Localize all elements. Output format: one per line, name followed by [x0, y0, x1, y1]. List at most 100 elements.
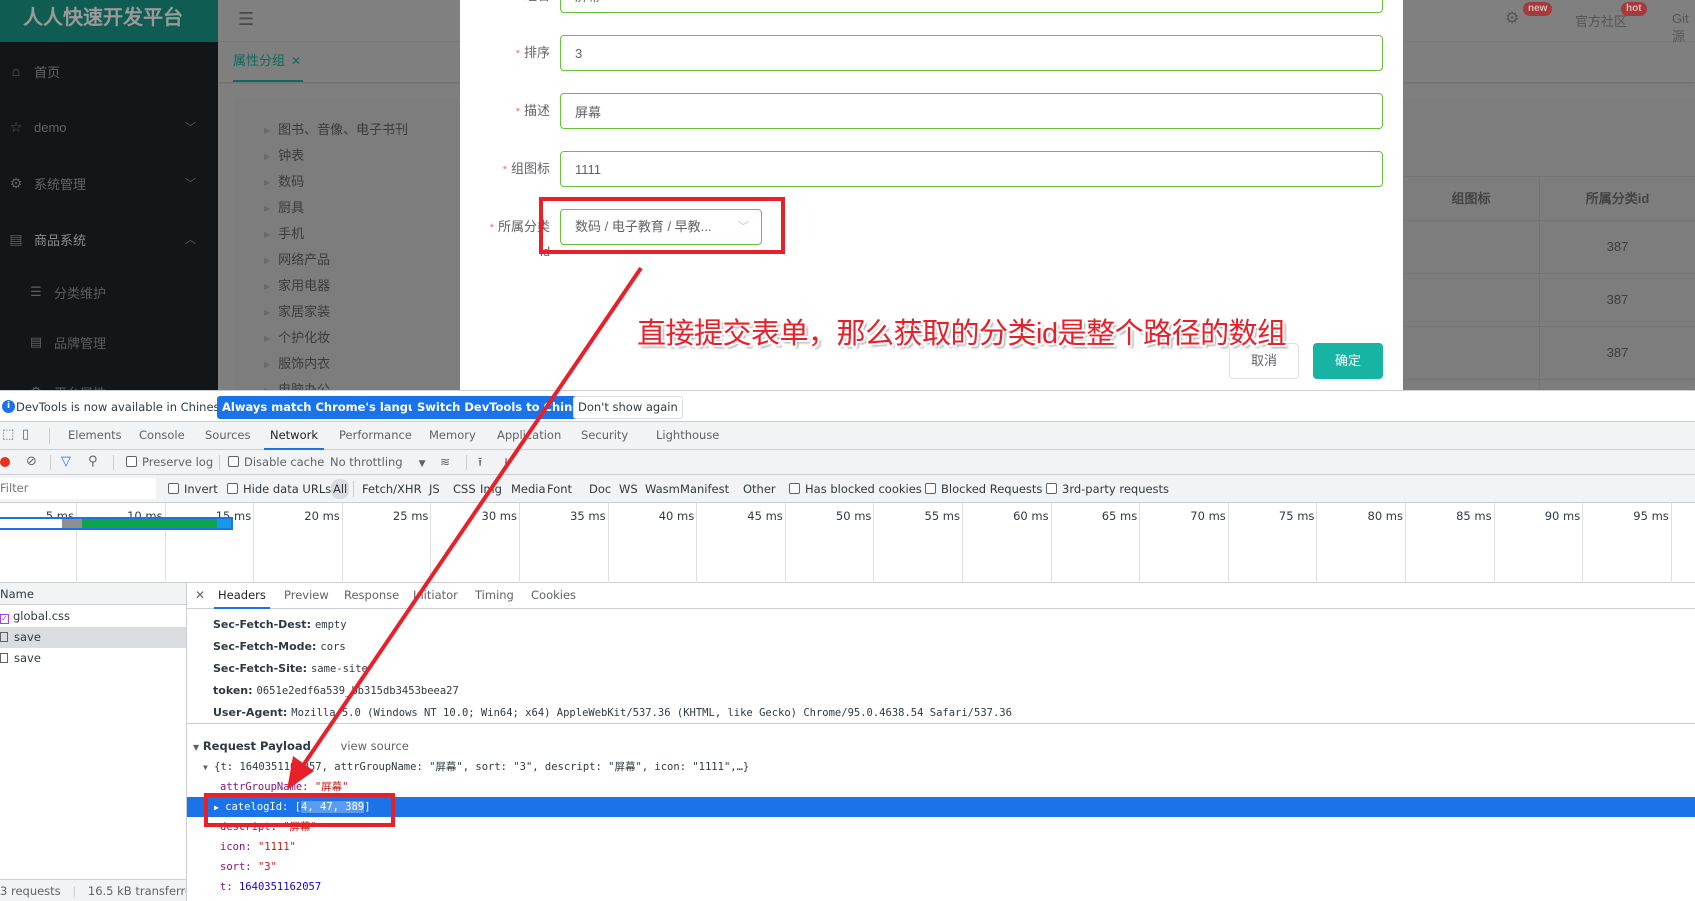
clear-icon[interactable]: ⊘ [26, 450, 37, 475]
inspect-element-icon[interactable]: ⬚ [2, 422, 14, 450]
filter-type-fetchxhr[interactable]: Fetch/XHR [362, 475, 422, 503]
tree-node[interactable]: ▶ 钟表 [264, 143, 304, 169]
network-conditions-icon[interactable]: ≋ [440, 450, 450, 475]
expand-caret-icon[interactable]: ▶ [264, 144, 270, 170]
match-language-button[interactable]: Always match Chrome's language [217, 396, 445, 419]
hide-data-urls-checkbox[interactable]: Hide data URLs [227, 475, 331, 503]
invert-checkbox[interactable]: Invert [168, 475, 218, 503]
filter-type-css[interactable]: CSS [453, 475, 476, 503]
close-icon[interactable]: ✕ [195, 583, 205, 609]
app-logo: 人人快速开发平台 [0, 0, 218, 42]
filter-type-doc[interactable]: Doc [589, 475, 611, 503]
git-link[interactable]: Git源 [1672, 11, 1695, 45]
icon-input[interactable] [560, 151, 1383, 187]
expand-caret-icon[interactable]: ▶ [264, 300, 270, 326]
sidebar-subitem-brand[interactable]: ▤ 品牌管理 [0, 322, 218, 362]
filter-type-ws[interactable]: WS [619, 475, 638, 503]
expand-caret-icon[interactable]: ▶ [264, 196, 270, 222]
tab-sources[interactable]: Sources [205, 422, 251, 450]
expand-caret-icon[interactable]: ▶ [264, 274, 270, 300]
column-header-name[interactable]: Name [0, 583, 186, 605]
tab-timing[interactable]: Timing [475, 583, 514, 609]
throttling-select[interactable]: No throttling ▼ [330, 450, 426, 475]
sidebar-subitem-attr[interactable]: ⚙ 平台属性 [0, 372, 218, 390]
tree-node[interactable]: ▶ 服饰内衣 [264, 351, 330, 377]
search-icon[interactable]: ⚲ [88, 450, 98, 475]
sort-input[interactable] [560, 35, 1383, 71]
tab-application[interactable]: Application [497, 422, 561, 450]
tree-node[interactable]: ▶ 厨具 [264, 195, 304, 221]
filter-type-js[interactable]: JS [429, 475, 440, 503]
hamburger-icon[interactable]: ☰ [238, 9, 254, 30]
filter-input[interactable] [0, 478, 156, 499]
sidebar-item-product[interactable]: ▤ 商品系统 ︿ [0, 219, 218, 259]
tab-initiator[interactable]: Initiator [413, 583, 458, 609]
device-toolbar-icon[interactable]: ▯ [22, 422, 29, 450]
tree-node[interactable]: ▶ 手机 [264, 221, 304, 247]
filter-type-manifest[interactable]: Manifest [680, 475, 729, 503]
filter-type-media[interactable]: Media [511, 475, 546, 503]
dont-show-again-button[interactable]: Don't show again [573, 396, 683, 419]
import-har-icon[interactable]: ⭱ [478, 450, 482, 475]
payload-summary[interactable]: ▼ {t: 1640351162057, attrGroupName: "屏幕"… [203, 757, 749, 777]
settings-gear-icon[interactable]: ⚙ [1505, 8, 1519, 28]
third-party-requests-checkbox[interactable]: 3rd-party requests [1046, 475, 1169, 503]
expand-caret-icon[interactable]: ▶ [264, 248, 270, 274]
tab-preview[interactable]: Preview [284, 583, 329, 609]
request-row[interactable]: ✓ global.css [0, 606, 186, 627]
filter-type-wasm[interactable]: Wasm [645, 475, 680, 503]
tree-node[interactable]: ▶ 网络产品 [264, 247, 330, 273]
blocked-requests-checkbox[interactable]: Blocked Requests [925, 475, 1042, 503]
tab-performance[interactable]: Performance [339, 422, 412, 450]
tab-attr-group[interactable]: 属性分组 ✕ [233, 42, 304, 82]
tab-headers[interactable]: Headers [214, 583, 270, 609]
request-row[interactable]: save [0, 648, 186, 669]
export-har-icon[interactable]: ⭳ [504, 450, 508, 475]
community-link[interactable]: 官方社区 [1575, 11, 1627, 30]
tab-console[interactable]: Console [139, 422, 185, 450]
tab-security[interactable]: Security [581, 422, 628, 450]
tab-elements[interactable]: Elements [68, 422, 122, 450]
expand-caret-icon[interactable]: ▶ [264, 170, 270, 196]
expand-caret-icon[interactable]: ▶ [264, 222, 270, 248]
has-blocked-cookies-checkbox[interactable]: Has blocked cookies [789, 475, 922, 503]
descript-input[interactable] [560, 93, 1383, 129]
group-name-input[interactable] [560, 0, 1383, 13]
filter-type-other[interactable]: Other [743, 475, 776, 503]
view-source-link[interactable]: view source [341, 739, 409, 753]
sidebar-item-demo[interactable]: ☆ demo ﹀ [0, 107, 218, 147]
filter-type-font[interactable]: Font [547, 475, 572, 503]
close-icon[interactable]: ✕ [291, 54, 301, 68]
tree-node[interactable]: ▶ 家居家装 [264, 299, 330, 325]
sidebar-subitem-category[interactable]: ☰ 分类维护 [0, 272, 218, 312]
tree-node[interactable]: ▶ 家用电器 [264, 273, 330, 299]
header-row: token: 0651e2edf6a539_bb315db3453beea27 [213, 684, 459, 697]
tab-response[interactable]: Response [344, 583, 399, 609]
tab-lighthouse[interactable]: Lighthouse [656, 422, 719, 450]
confirm-button[interactable]: 确定 [1313, 343, 1383, 379]
disable-cache-checkbox[interactable]: Disable cache [228, 450, 324, 475]
tab-cookies[interactable]: Cookies [531, 583, 576, 609]
request-payload-section[interactable]: ▼ Request Payload view source [193, 736, 409, 756]
tab-network[interactable]: Network [264, 422, 325, 450]
preserve-log-checkbox[interactable]: Preserve log [126, 450, 213, 475]
timeline-tick: 60 ms [963, 503, 1052, 583]
expand-caret-icon[interactable]: ▶ [264, 378, 270, 390]
sidebar-item-home[interactable]: ⌂ 首页 [0, 51, 218, 91]
filter-type-img[interactable]: Img [480, 475, 502, 503]
switch-to-chinese-button[interactable]: Switch DevTools to Chinese [412, 396, 600, 419]
request-row-selected[interactable]: save [0, 627, 186, 648]
expand-caret-icon[interactable]: ▶ [264, 326, 270, 352]
payload-row-selected[interactable] [187, 797, 1695, 817]
filter-icon[interactable]: ▽ [61, 450, 71, 475]
tree-node[interactable]: ▶ 图书、音像、电子书刊 [264, 117, 408, 143]
tree-node[interactable]: ▶ 数码 [264, 169, 304, 195]
filter-type-all[interactable]: All [331, 479, 350, 499]
tab-memory[interactable]: Memory [429, 422, 476, 450]
expand-caret-icon[interactable]: ▶ [264, 118, 270, 144]
expand-caret-icon[interactable]: ▶ [264, 352, 270, 378]
tree-node[interactable]: ▶电脑办公 [264, 377, 330, 390]
sidebar-item-system[interactable]: ⚙ 系统管理 ﹀ [0, 163, 218, 203]
record-icon[interactable] [0, 457, 10, 467]
tree-node[interactable]: ▶ 个护化妆 [264, 325, 330, 351]
